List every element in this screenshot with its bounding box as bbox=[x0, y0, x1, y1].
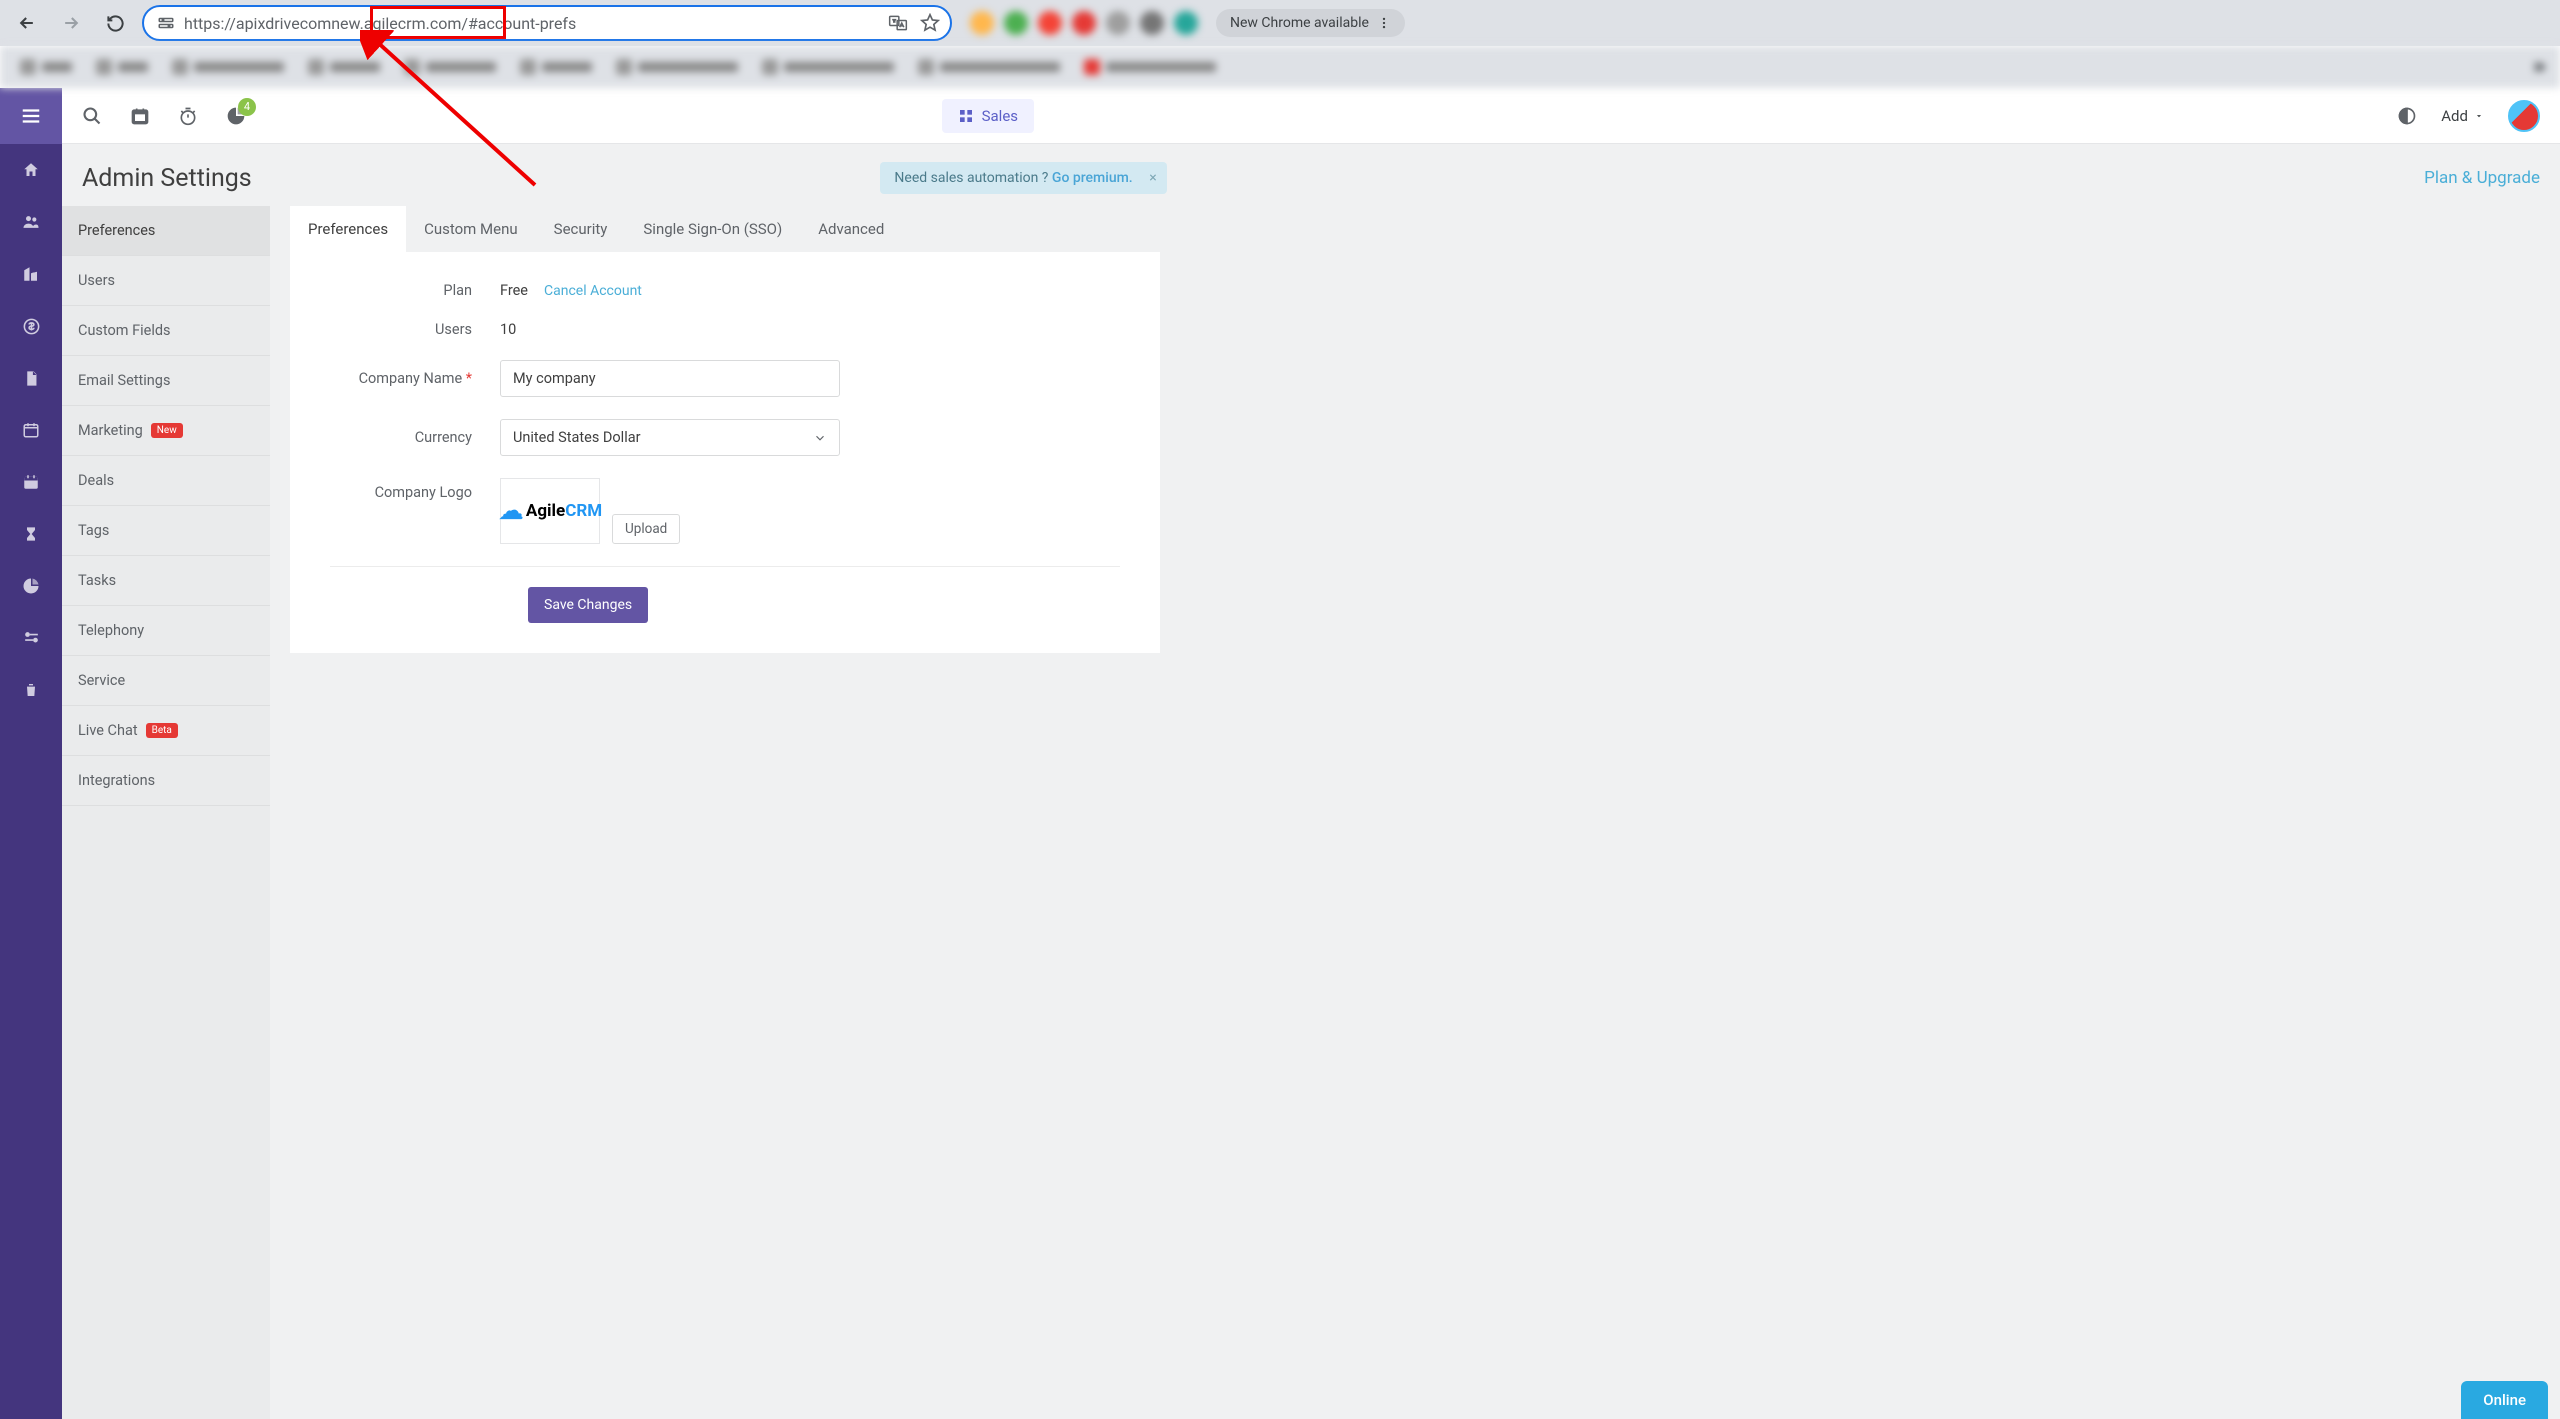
settings-nav-item[interactable]: Preferences bbox=[62, 206, 270, 256]
preferences-panel: Plan Free Cancel Account Users 10 Compan… bbox=[290, 252, 1160, 653]
settings-nav-item[interactable]: Live ChatBeta bbox=[62, 706, 270, 756]
plan-upgrade-link[interactable]: Plan & Upgrade bbox=[2424, 168, 2540, 188]
settings-nav-item[interactable]: Users bbox=[62, 256, 270, 306]
rail-hourglass-icon[interactable] bbox=[0, 508, 62, 560]
nav-badge: New bbox=[151, 423, 183, 438]
settings-nav-item[interactable]: Email Settings bbox=[62, 356, 270, 406]
extension-icons bbox=[962, 11, 1206, 35]
company-logo-label: Company Logo bbox=[330, 478, 500, 501]
settings-nav-item[interactable]: Tags bbox=[62, 506, 270, 556]
rail-calendar-icon[interactable] bbox=[0, 456, 62, 508]
promo-close-icon[interactable]: × bbox=[1149, 170, 1156, 186]
user-avatar[interactable] bbox=[2508, 100, 2540, 132]
settings-nav-item[interactable]: Telephony bbox=[62, 606, 270, 656]
stats-icon[interactable]: 4 bbox=[226, 106, 246, 126]
rail-deals-icon[interactable] bbox=[0, 300, 62, 352]
search-icon[interactable] bbox=[82, 106, 102, 126]
translate-icon[interactable] bbox=[888, 13, 908, 33]
settings-nav-item[interactable]: Integrations bbox=[62, 756, 270, 806]
plan-label: Plan bbox=[330, 282, 500, 299]
rail-home-icon[interactable] bbox=[0, 144, 62, 196]
rail-companies-icon[interactable] bbox=[0, 248, 62, 300]
menu-toggle-button[interactable] bbox=[0, 88, 62, 144]
settings-nav: PreferencesUsersCustom FieldsEmail Setti… bbox=[62, 206, 270, 1419]
tab[interactable]: Custom Menu bbox=[406, 206, 536, 252]
rail-reports-icon[interactable] bbox=[0, 560, 62, 612]
company-name-input[interactable] bbox=[500, 360, 840, 397]
nav-badge: Beta bbox=[146, 723, 178, 738]
users-label: Users bbox=[330, 321, 500, 338]
plan-value: Free bbox=[500, 282, 528, 299]
page-title: Admin Settings bbox=[82, 164, 252, 193]
company-name-label: Company Name * bbox=[330, 370, 500, 387]
settings-nav-item[interactable]: Custom Fields bbox=[62, 306, 270, 356]
cancel-account-link[interactable]: Cancel Account bbox=[544, 283, 642, 299]
rail-settings-icon[interactable] bbox=[0, 612, 62, 664]
currency-select[interactable]: United States Dollar bbox=[500, 419, 840, 456]
rail-trash-icon[interactable] bbox=[0, 664, 62, 716]
site-settings-icon[interactable] bbox=[154, 11, 178, 35]
bookmarks-bar bbox=[0, 46, 2560, 88]
tab[interactable]: Security bbox=[536, 206, 626, 252]
tabs: PreferencesCustom MenuSecuritySingle Sig… bbox=[290, 206, 2540, 252]
address-bar[interactable]: https://apixdrivecomnew.agilecrm.com/#ac… bbox=[142, 5, 952, 41]
company-logo-preview: ☁ AgileCRM bbox=[500, 478, 600, 544]
new-chrome-button[interactable]: New Chrome available bbox=[1216, 9, 1405, 37]
settings-nav-item[interactable]: Service bbox=[62, 656, 270, 706]
currency-label: Currency bbox=[330, 429, 500, 446]
left-rail bbox=[0, 88, 62, 1419]
url-text: https://apixdrivecomnew.agilecrm.com/#ac… bbox=[184, 14, 576, 33]
promo-banner: Need sales automation ? Go premium. × bbox=[880, 162, 1166, 194]
online-status-badge[interactable]: Online bbox=[2461, 1381, 2548, 1419]
bookmarks-overflow-icon[interactable] bbox=[2528, 57, 2548, 77]
back-button[interactable] bbox=[10, 6, 44, 40]
sales-button[interactable]: Sales bbox=[942, 99, 1034, 133]
settings-nav-item[interactable]: Deals bbox=[62, 456, 270, 506]
tab[interactable]: Preferences bbox=[290, 206, 406, 252]
settings-nav-item[interactable]: MarketingNew bbox=[62, 406, 270, 456]
add-button[interactable]: Add bbox=[2441, 107, 2484, 125]
save-changes-button[interactable]: Save Changes bbox=[528, 587, 648, 623]
tab[interactable]: Advanced bbox=[800, 206, 902, 252]
theme-toggle-icon[interactable] bbox=[2397, 106, 2417, 126]
timer-icon[interactable] bbox=[178, 106, 198, 126]
go-premium-link[interactable]: Go premium. bbox=[1052, 170, 1133, 186]
tab[interactable]: Single Sign-On (SSO) bbox=[625, 206, 800, 252]
bookmark-star-icon[interactable] bbox=[920, 13, 940, 33]
browser-toolbar: https://apixdrivecomnew.agilecrm.com/#ac… bbox=[0, 0, 2560, 46]
rail-documents-icon[interactable] bbox=[0, 352, 62, 404]
stats-badge: 4 bbox=[238, 98, 256, 116]
settings-nav-item[interactable]: Tasks bbox=[62, 556, 270, 606]
reload-button[interactable] bbox=[98, 6, 132, 40]
users-value: 10 bbox=[500, 321, 516, 338]
rail-contacts-icon[interactable] bbox=[0, 196, 62, 248]
upload-button[interactable]: Upload bbox=[612, 514, 680, 544]
calendar-icon[interactable] bbox=[130, 106, 150, 126]
topbar: 4 Sales Add bbox=[62, 88, 2560, 144]
forward-button[interactable] bbox=[54, 6, 88, 40]
rail-activities-icon[interactable] bbox=[0, 404, 62, 456]
